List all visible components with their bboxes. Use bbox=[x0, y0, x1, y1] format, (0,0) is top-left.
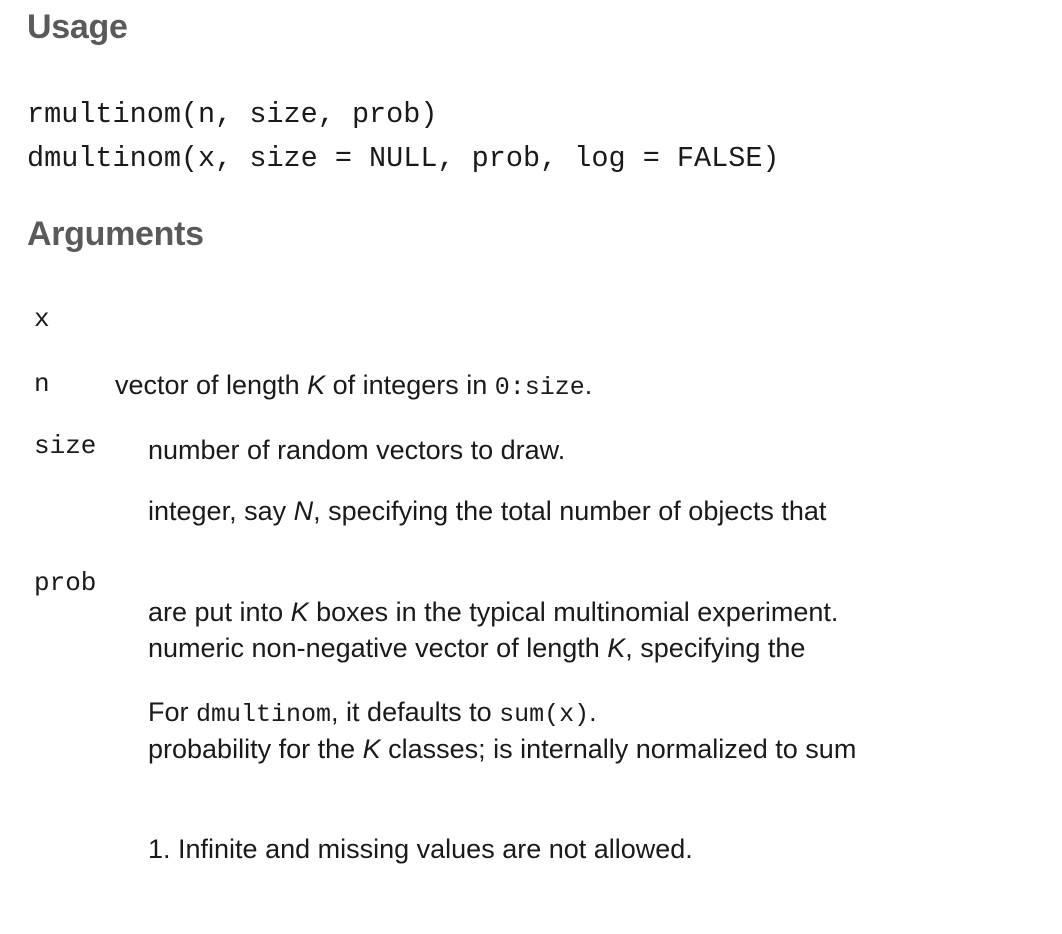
math-k: K bbox=[607, 633, 626, 663]
desc-text: , specifying the bbox=[625, 633, 806, 663]
desc-text: . bbox=[584, 370, 593, 400]
desc-line: numeric non-negative vector of length K,… bbox=[148, 632, 856, 666]
desc-line: probability for the K classes; is intern… bbox=[148, 733, 856, 767]
desc-text: classes; is internally normalized to sum bbox=[380, 733, 857, 764]
math-k: K bbox=[362, 733, 381, 764]
desc-line: integer, say N, specifying the total num… bbox=[148, 495, 838, 529]
argument-name-x: x bbox=[34, 304, 50, 334]
desc-line: 1. Infinite and missing values are not a… bbox=[148, 834, 693, 864]
argument-name-prob: prob bbox=[34, 568, 97, 598]
help-page: Usage rmultinom(n, size, prob) dmultinom(… bbox=[0, 0, 1062, 864]
argument-name-n: n bbox=[34, 369, 50, 399]
argument-name-size: size bbox=[34, 431, 97, 461]
desc-text: probability for the bbox=[148, 733, 363, 764]
math-n: N bbox=[293, 496, 314, 526]
desc-text: integer, say bbox=[148, 496, 294, 526]
desc-text: , specifying the total number of objects… bbox=[313, 496, 827, 526]
argument-desc-prob: numeric non-negative vector of length K,… bbox=[148, 565, 856, 934]
desc-text: numeric non-negative vector of length bbox=[148, 633, 608, 663]
arguments-list: x vector of length K of integers in 0:si… bbox=[0, 0, 1062, 864]
